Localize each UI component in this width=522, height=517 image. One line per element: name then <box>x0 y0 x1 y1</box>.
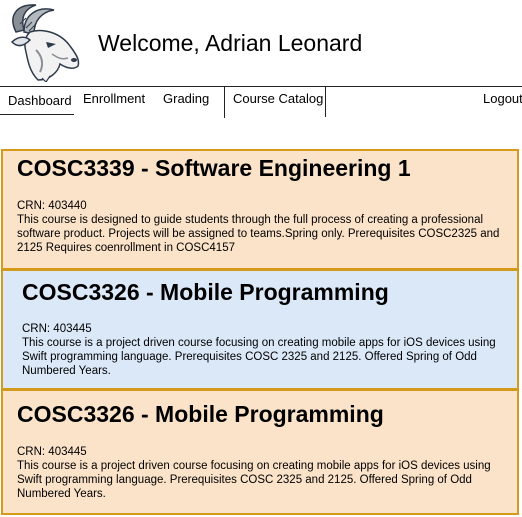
main-nav: Dashboard Enrollment Grading Course Cata… <box>0 86 522 118</box>
course-card[interactable]: COSC3326 - Mobile Programming CRN: 40344… <box>1 389 519 515</box>
course-crn: CRN: 403440 <box>17 200 87 212</box>
course-title: COSC3326 - Mobile Programming <box>22 279 389 305</box>
nav-dashboard[interactable]: Dashboard <box>8 93 72 109</box>
course-description: This course is a project driven course f… <box>17 460 491 500</box>
goat-logo-icon <box>2 2 84 83</box>
course-crn: CRN: 403445 <box>17 446 87 458</box>
page: Welcome, Adrian Leonard Dashboard Enroll… <box>0 0 522 517</box>
course-description: This course is designed to guide student… <box>17 214 500 254</box>
course-card[interactable]: COSC3339 - Software Engineering 1 CRN: 4… <box>1 149 519 270</box>
nav-divider-left <box>224 87 225 118</box>
header: Welcome, Adrian Leonard <box>0 0 522 86</box>
nav-enrollment[interactable]: Enrollment <box>83 91 145 107</box>
course-crn: CRN: 403445 <box>22 323 92 335</box>
course-card[interactable]: COSC3326 - Mobile Programming CRN: 40344… <box>1 269 519 390</box>
course-title: COSC3339 - Software Engineering 1 <box>17 155 411 181</box>
nav-dashboard-underline <box>0 114 74 115</box>
nav-divider-right <box>325 87 326 117</box>
course-title: COSC3326 - Mobile Programming <box>17 401 384 427</box>
course-description: This course is a project driven course f… <box>22 337 496 377</box>
welcome-heading: Welcome, Adrian Leonard <box>98 30 363 56</box>
nav-course-catalog[interactable]: Course Catalog <box>233 91 323 107</box>
nav-logout[interactable]: Logout <box>483 91 522 107</box>
nav-grading[interactable]: Grading <box>163 91 209 107</box>
